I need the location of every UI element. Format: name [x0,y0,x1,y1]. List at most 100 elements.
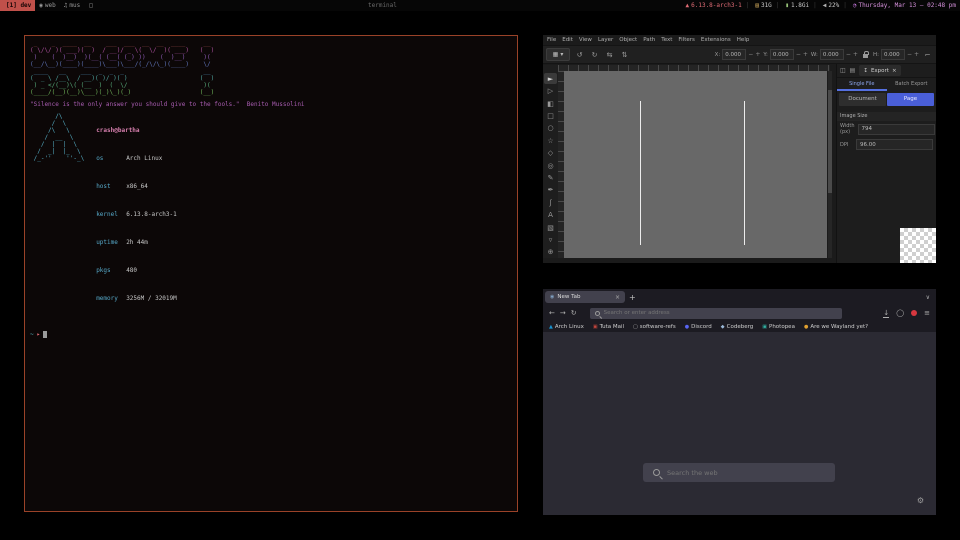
objects-dialog-icon[interactable]: ▤ [850,67,856,74]
layout-indicator[interactable]: □ [84,0,98,11]
pen-tool-icon[interactable]: ✒ [544,185,557,196]
status-icon: ▤ [755,0,759,11]
bookmark-item[interactable]: ● Discord [685,324,712,330]
rectangle-tool-icon[interactable]: □ [544,110,557,121]
export-dialog-tab[interactable]: ↧ Export × [859,65,900,76]
decrement-button[interactable]: − [907,51,912,58]
menu-item[interactable]: Layer [598,37,613,43]
gradient-tool-icon[interactable]: ▧ [544,222,557,233]
menu-item[interactable]: Filters [678,37,695,43]
star-tool-icon[interactable]: ☆ [544,135,557,146]
bookmark-item[interactable]: ▣ Photopea [762,324,795,330]
decrement-button[interactable]: − [846,51,851,58]
geometry-input[interactable] [770,49,794,60]
geometry-input[interactable] [881,49,905,60]
canvas-vertical-scrollbar[interactable] [828,71,832,258]
bookmark-item[interactable]: ▢ software-refs [633,324,676,330]
export-scope-button[interactable]: Document [839,93,886,106]
decrement-button[interactable]: − [796,51,801,58]
menu-item[interactable]: Object [619,37,637,43]
list-all-tabs-icon[interactable]: ∨ [926,294,930,301]
workspace-tag[interactable]: ◉ web [35,0,59,11]
volume-indicator: ◀ 22% [809,0,839,11]
forward-button[interactable]: → [560,309,566,317]
url-bar[interactable] [590,308,842,319]
rotate-cw-icon[interactable]: ↻ [589,51,600,59]
selection-mode-dropdown[interactable]: ▦ ▾ [546,48,570,61]
geometry-input[interactable] [820,49,844,60]
web-search-input[interactable] [667,469,817,477]
reload-button[interactable]: ↻ [571,309,577,317]
decrement-button[interactable]: − [748,51,753,58]
menu-icon[interactable]: ≡ [924,309,930,317]
export-field-input[interactable] [858,124,935,135]
menu-item[interactable]: Text [661,37,672,43]
new-tab-button[interactable]: + [629,293,636,302]
workspace-tag[interactable]: ♫ mus [60,0,84,11]
bookmark-item[interactable]: ● Are we Wayland yet? [804,324,868,330]
flip-vertical-icon[interactable]: ⇅ [619,51,630,59]
tool-box: ► ▷ ◧ □ ○ ☆ ◇ ◎ ✎ ✒ ʃ A ▧ ▿ ⊕ [543,65,558,258]
bookmark-item[interactable]: ◆ Codeberg [721,324,753,330]
layers-dialog-icon[interactable]: ◫ [840,67,846,74]
bookmark-item[interactable]: ▣ Tuta Mail [593,324,624,330]
dropper-tool-icon[interactable]: ▿ [544,234,557,245]
increment-button[interactable]: + [803,51,808,58]
ascii-banner-line: (____/(__)(__)\___)(_)\_)(_) (__) [30,89,512,96]
menu-item[interactable]: Extensions [701,37,731,43]
spiral-tool-icon[interactable]: ◎ [544,160,557,171]
flip-horizontal-icon[interactable]: ⇆ [604,51,615,59]
increment-button[interactable]: + [755,51,760,58]
scrollbar-thumb[interactable] [828,90,832,193]
terminal-window[interactable]: _ _ ____ __ ___ ___ __ __ ____ __ ( \/\/… [24,35,518,512]
clock-indicator: ◔ Thursday, Mar 13 — 02:48 pm [839,0,956,11]
menu-item[interactable]: Edit [562,37,573,43]
export-field-label: DPI [840,142,853,148]
export-mode-tab[interactable]: Single File [837,78,887,91]
bookmark-favicon-icon: ▣ [593,324,598,330]
export-scope-button[interactable]: Page [887,93,934,106]
box3d-tool-icon[interactable]: ◇ [544,147,557,158]
close-icon[interactable]: × [892,68,897,74]
export-field-input[interactable] [856,139,933,150]
back-button[interactable]: ← [549,309,555,317]
account-icon[interactable]: ◯ [896,309,904,317]
increment-button[interactable]: + [914,51,919,58]
downloads-icon[interactable]: ↓ [883,309,889,318]
status-text: 22% [828,0,839,11]
status-icon: ▮ [785,0,789,11]
text-tool-icon[interactable]: A [544,209,557,220]
selector-tool-icon[interactable]: ► [544,73,557,84]
increment-button[interactable]: + [853,51,858,58]
node-tool-icon[interactable]: ▷ [544,85,557,96]
field-label: Y: [763,52,767,58]
workspace-tag[interactable]: [1] dev [0,0,35,11]
url-input[interactable] [604,310,804,316]
tab-close-icon[interactable]: × [615,294,620,301]
bookmark-label: Are we Wayland yet? [810,324,868,330]
pencil-tool-icon[interactable]: ✎ [544,172,557,183]
snap-toggle-icon[interactable]: ⌐ [922,51,933,59]
shape-builder-tool-icon[interactable]: ◧ [544,98,557,109]
bookmark-item[interactable]: ▲ Arch Linux [549,324,584,330]
browser-tab[interactable]: ◉ New Tab × [545,291,625,303]
shell-prompt[interactable]: ~ ▸ [30,331,512,338]
export-mode-tab[interactable]: Batch Export [887,78,937,91]
calligraphy-tool-icon[interactable]: ʃ [544,197,557,208]
menu-item[interactable]: View [579,37,592,43]
zoom-tool-icon[interactable]: ⊕ [544,247,557,258]
export-field-label: Width (px) [840,123,855,135]
canvas[interactable] [564,71,827,258]
aspect-lock-icon[interactable] [863,51,868,58]
menu-item[interactable]: File [547,37,556,43]
web-search-box[interactable] [643,463,835,482]
geometry-input[interactable] [722,49,746,60]
menu-item[interactable]: Path [643,37,655,43]
ellipse-tool-icon[interactable]: ○ [544,123,557,134]
rotate-ccw-icon[interactable]: ↺ [574,51,585,59]
selection-geometry-fields: X: − + Y: − + W: − + [715,49,933,60]
gear-icon[interactable]: ⚙ [917,496,924,505]
browser-window: ◉ New Tab × + ∨ ← → ↻ ↓ ◯ ≡ ▲ Arch Linux [543,289,936,515]
extension-red-icon[interactable] [911,310,917,316]
menu-item[interactable]: Help [737,37,750,43]
